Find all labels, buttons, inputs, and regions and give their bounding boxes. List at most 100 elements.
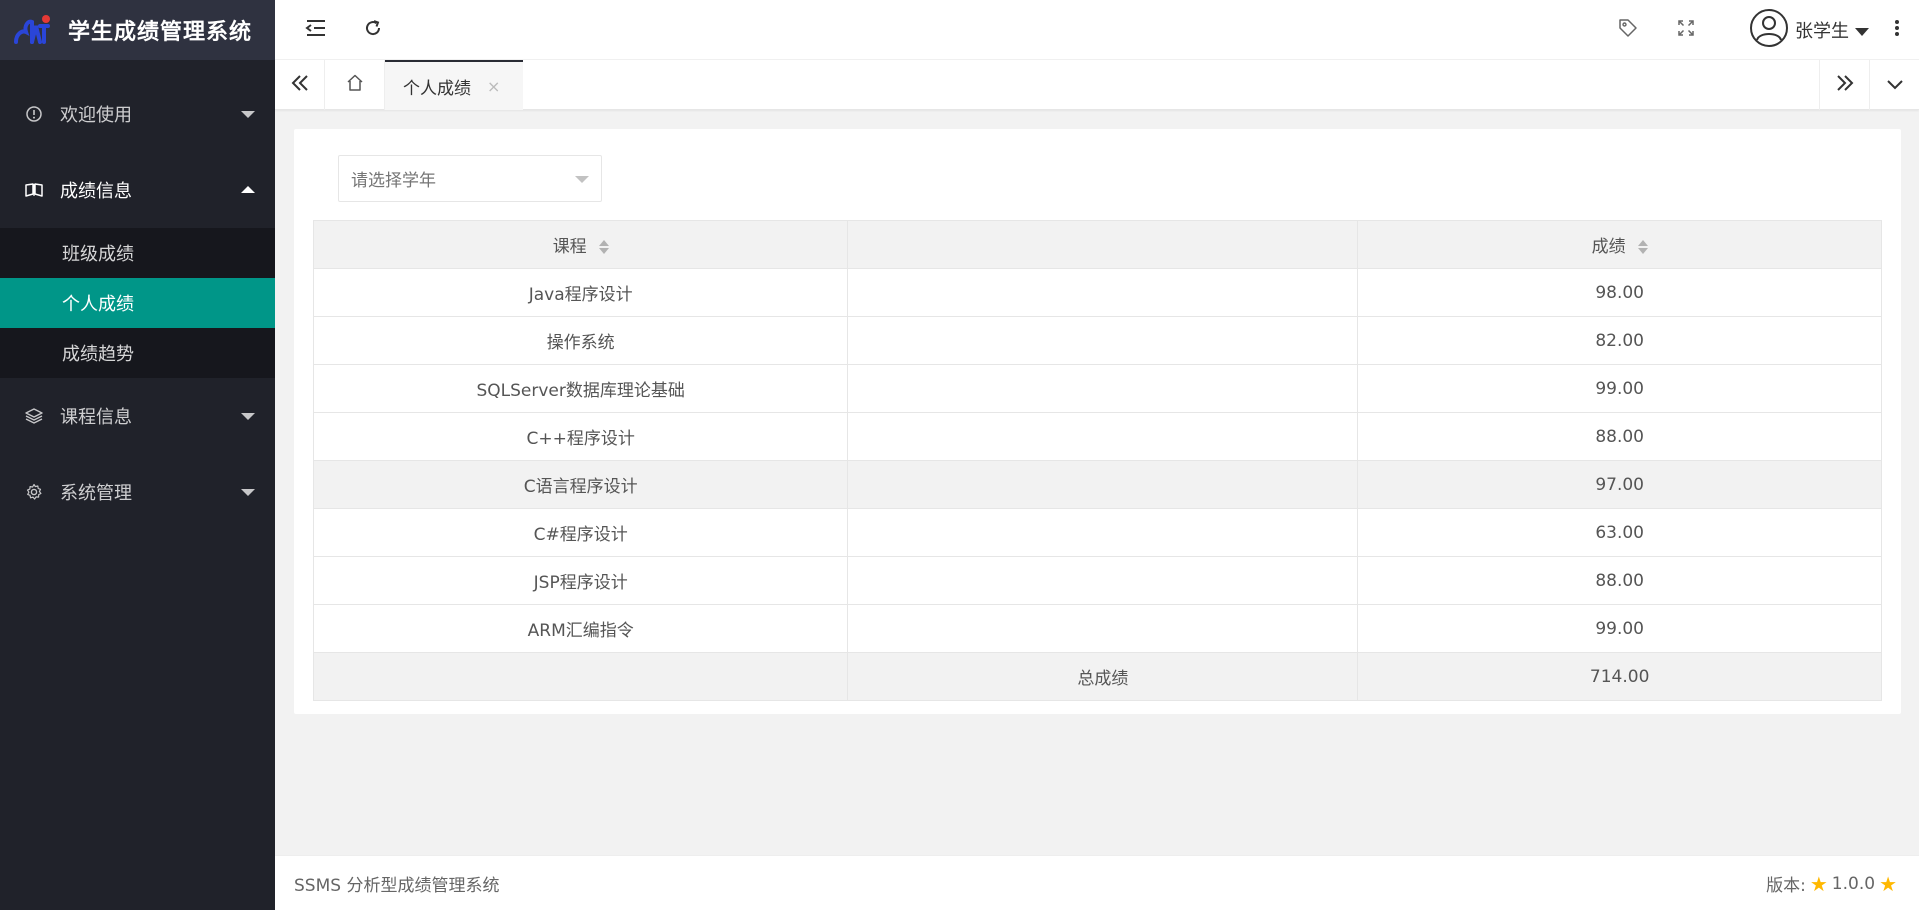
score-cell: 88.00	[1357, 556, 1882, 605]
layers-icon	[24, 406, 44, 426]
sidebar-item-label: 课程信息	[60, 407, 132, 428]
course-cell: C#程序设计	[312, 508, 849, 557]
app-logo-icon	[10, 12, 54, 48]
version-label: 版本:	[1766, 876, 1806, 896]
more-vertical-icon	[1894, 19, 1900, 41]
course-cell: C语言程序设计	[312, 460, 849, 509]
tab-label: 个人成绩	[403, 78, 471, 99]
avatar	[1749, 8, 1789, 53]
spacer-cell	[847, 364, 1359, 413]
app-title: 学生成绩管理系统	[68, 20, 253, 45]
top-header: 张学生	[275, 0, 1919, 60]
total-spacer-cell	[312, 652, 849, 701]
sidebar-item-personal-scores[interactable]: 个人成绩	[0, 278, 275, 328]
spacer-cell	[847, 508, 1359, 557]
column-spacer	[847, 220, 1359, 269]
sidebar-item-welcome[interactable]: 欢迎使用	[0, 76, 275, 152]
table-row[interactable]: SQLServer数据库理论基础 99.00	[312, 364, 1882, 413]
table-total-row: 总成绩 714.00	[312, 652, 1882, 701]
home-icon	[345, 73, 365, 97]
info-circle-icon	[24, 104, 44, 124]
sidebar-item-label: 欢迎使用	[60, 105, 132, 126]
table-row[interactable]: 操作系统 82.00	[312, 316, 1882, 365]
tabs-bar: 个人成绩 ×	[275, 60, 1919, 110]
footer: SSMS 分析型成绩管理系统 版本: ★ 1.0.0 ★	[275, 855, 1919, 910]
star-icon: ★	[1879, 871, 1897, 896]
tabs-options-button[interactable]	[1869, 60, 1919, 110]
table-row[interactable]: C++程序设计 88.00	[312, 412, 1882, 461]
course-cell: ARM汇编指令	[312, 604, 849, 653]
sidebar-item-label: 系统管理	[60, 483, 132, 504]
tab-home[interactable]	[325, 60, 385, 110]
refresh-button[interactable]	[347, 0, 399, 60]
tabs-scroll-left-button[interactable]	[275, 60, 325, 110]
school-year-select[interactable]: 请选择学年	[338, 155, 602, 202]
refresh-icon	[363, 18, 383, 42]
spacer-cell	[847, 316, 1359, 365]
version-value: 1.0.0	[1831, 873, 1876, 894]
sidebar-submenu-scores: 班级成绩 个人成绩 成绩趋势	[0, 228, 275, 378]
footer-text: SSMS 分析型成绩管理系统	[294, 875, 500, 896]
spacer-cell	[847, 460, 1359, 509]
table-row[interactable]: Java程序设计 98.00	[312, 268, 1882, 317]
total-value-cell: 714.00	[1357, 652, 1882, 701]
chevron-down-icon	[241, 489, 255, 496]
score-cell: 63.00	[1357, 508, 1882, 557]
chevron-up-icon	[241, 186, 255, 193]
double-chevron-left-icon	[290, 74, 310, 96]
fullscreen-icon	[1677, 19, 1695, 41]
content-card: 请选择学年 课程 成绩 Java程序设计 98.00 操作系统 82.00 SQ…	[294, 129, 1901, 714]
caret-down-icon	[1855, 27, 1869, 36]
sidebar-menu: 欢迎使用 成绩信息 班级成绩 个人成绩 成绩趋势 课程信息 系统管理	[0, 60, 275, 530]
fullscreen-button[interactable]	[1660, 0, 1712, 60]
spacer-cell	[847, 268, 1359, 317]
sidebar-item-courses[interactable]: 课程信息	[0, 378, 275, 454]
sidebar-item-score-trend[interactable]: 成绩趋势	[0, 328, 275, 378]
logo-area[interactable]: 学生成绩管理系统	[0, 0, 275, 60]
course-cell: Java程序设计	[312, 268, 849, 317]
course-cell: 操作系统	[312, 316, 849, 365]
more-options-button[interactable]	[1875, 0, 1919, 60]
course-cell: SQLServer数据库理论基础	[312, 364, 849, 413]
score-cell: 99.00	[1357, 604, 1882, 653]
course-cell: C++程序设计	[312, 412, 849, 461]
spacer-cell	[847, 556, 1359, 605]
sidebar-item-label: 成绩信息	[60, 181, 132, 202]
column-header-score[interactable]: 成绩	[1357, 220, 1882, 269]
sort-icon[interactable]	[1637, 239, 1648, 255]
theme-tag-button[interactable]	[1602, 0, 1654, 60]
sidebar-item-scores[interactable]: 成绩信息	[0, 152, 275, 228]
user-menu[interactable]: 张学生	[1749, 0, 1869, 60]
tab-personal-scores[interactable]: 个人成绩 ×	[385, 60, 523, 110]
collapse-menu-button[interactable]	[290, 0, 342, 60]
table-row[interactable]: JSP程序设计 88.00	[312, 556, 1882, 605]
total-label-cell: 总成绩	[847, 652, 1359, 701]
spacer-cell	[847, 412, 1359, 461]
score-cell: 99.00	[1357, 364, 1882, 413]
select-placeholder: 请选择学年	[351, 171, 436, 191]
sort-icon[interactable]	[598, 239, 609, 255]
score-cell: 97.00	[1357, 460, 1882, 509]
column-header-course[interactable]: 课程	[312, 220, 849, 269]
close-icon[interactable]: ×	[487, 77, 500, 96]
double-chevron-right-icon	[1835, 74, 1855, 96]
gear-icon	[24, 482, 44, 502]
version-info: 版本: ★ 1.0.0 ★	[1766, 856, 1901, 910]
scores-table: 课程 成绩 Java程序设计 98.00 操作系统 82.00 SQLServe…	[312, 220, 1882, 701]
chevron-down-icon	[1886, 76, 1904, 95]
chevron-down-icon	[575, 176, 589, 183]
table-row[interactable]: ARM汇编指令 99.00	[312, 604, 1882, 653]
course-cell: JSP程序设计	[312, 556, 849, 605]
tabs-scroll-right-button[interactable]	[1819, 60, 1869, 110]
table-header-row: 课程 成绩	[312, 220, 1882, 269]
star-icon: ★	[1809, 871, 1828, 896]
sidebar-item-system[interactable]: 系统管理	[0, 454, 275, 530]
chevron-down-icon	[241, 413, 255, 420]
sidebar-item-class-scores[interactable]: 班级成绩	[0, 228, 275, 278]
table-row[interactable]: C#程序设计 63.00	[312, 508, 1882, 557]
spacer-cell	[847, 604, 1359, 653]
sidebar: 学生成绩管理系统 欢迎使用 成绩信息 班级成绩 个人成绩 成绩趋势 课程信息 系…	[0, 0, 275, 910]
chevron-down-icon	[241, 111, 255, 118]
table-row[interactable]: C语言程序设计 97.00	[312, 460, 1882, 509]
indent-icon	[305, 19, 327, 41]
